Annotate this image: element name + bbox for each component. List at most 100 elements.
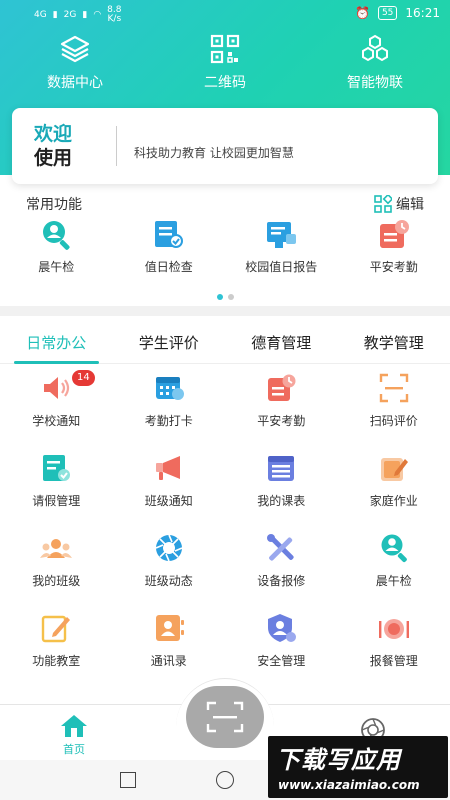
calendar-icon <box>153 372 185 404</box>
grid-row: 14 学校通知 考勤打卡 平安考勤 扫码评价 <box>0 370 450 452</box>
grid-item-label: 请假管理 <box>32 494 81 508</box>
signal-bars-icon: ▮ <box>52 10 58 20</box>
quick-item-label: 平安考勤 <box>369 260 418 274</box>
grid-item-my-class[interactable]: 我的班级 <box>0 532 113 612</box>
welcome-title: 欢迎 使用 <box>34 122 72 170</box>
function-grid: 14 学校通知 考勤打卡 平安考勤 扫码评价 请假管理 班级通知 我的课表 家庭… <box>0 370 450 692</box>
contacts-icon <box>153 612 185 644</box>
grid-item-label: 平安考勤 <box>257 414 306 428</box>
layers-icon <box>60 35 90 63</box>
megaphone-icon <box>153 452 185 484</box>
top-nav-data-center[interactable]: 数据中心 <box>0 34 150 92</box>
tab-moral-education[interactable]: 德育管理 <box>225 326 338 363</box>
status-left: 4G ▮ 2G ▮ ◠ 8.8 K/s <box>34 6 122 24</box>
speaker-icon <box>40 372 72 404</box>
grid-item-label: 我的课表 <box>257 494 306 508</box>
quick-item-morning-check[interactable]: 晨午检 <box>0 218 113 275</box>
status-bar: 4G ▮ 2G ▮ ◠ 8.8 K/s ⏰ 55 16:21 <box>0 0 450 28</box>
grid-item-label: 扫码评价 <box>369 414 418 428</box>
welcome-line-1: 欢迎 <box>34 123 73 145</box>
edit-label: 编辑 <box>396 197 424 213</box>
grid-item-homework[interactable]: 家庭作业 <box>338 452 450 532</box>
leave-form-icon <box>40 452 72 484</box>
grid-row: 我的班级 班级动态 设备报修 晨午检 <box>0 532 450 612</box>
edit-button[interactable]: 编辑 <box>374 194 424 214</box>
wifi-icon: ◠ <box>93 10 102 20</box>
report-board-icon <box>264 218 298 252</box>
checklist-icon <box>152 218 186 252</box>
grid-item-attendance-clock-in[interactable]: 考勤打卡 <box>113 372 226 452</box>
page-dot[interactable] <box>227 294 234 300</box>
common-functions-title: 常用功能 <box>26 197 82 213</box>
net-speed: 8.8 K/s <box>107 6 121 24</box>
grid-item-scan-evaluation[interactable]: 扫码评价 <box>338 372 450 452</box>
grid-item-label: 功能教室 <box>32 654 81 668</box>
schedule-icon <box>265 452 297 484</box>
grid-item-equipment-repair[interactable]: 设备报修 <box>225 532 338 612</box>
signal-4g: 4G <box>34 10 47 20</box>
quick-item-label: 晨午检 <box>38 260 75 274</box>
grid-item-label: 考勤打卡 <box>144 414 193 428</box>
page-dot-active[interactable] <box>216 294 223 300</box>
bottom-tab-home[interactable]: 首页 <box>52 713 96 757</box>
top-nav-label: 数据中心 <box>47 75 103 91</box>
recent-apps-button[interactable] <box>120 772 136 788</box>
grid-item-class-activity[interactable]: 班级动态 <box>113 532 226 612</box>
common-functions-row: 晨午检 值日检查 校园值日报告 平安考勤 <box>0 218 450 275</box>
home-icon <box>61 715 87 737</box>
grid-item-label: 班级动态 <box>144 574 193 588</box>
tab-teaching-management[interactable]: 教学管理 <box>338 326 450 363</box>
grid-item-label: 班级通知 <box>144 494 193 508</box>
top-nav-qr-code[interactable]: 二维码 <box>150 34 300 92</box>
grid-item-meal-management[interactable]: 报餐管理 <box>338 612 450 692</box>
page-indicator <box>0 294 450 300</box>
watermark-title: 下载写应用 <box>276 746 401 774</box>
welcome-slogan: 科技助力教育 让校园更加智慧 <box>134 146 294 160</box>
notification-badge: 14 <box>72 370 95 386</box>
battery-indicator: 55 <box>377 6 398 20</box>
net-speed-unit: K/s <box>107 14 122 24</box>
group-icon <box>40 532 73 564</box>
clock-card-icon <box>265 372 297 404</box>
grid-row: 请假管理 班级通知 我的课表 家庭作业 <box>0 452 450 532</box>
welcome-line-2: 使用 <box>34 147 73 169</box>
category-tabs: 日常办公 学生评价 德育管理 教学管理 <box>0 326 450 364</box>
tab-student-evaluation[interactable]: 学生评价 <box>113 326 226 363</box>
grid-item-class-notice[interactable]: 班级通知 <box>113 452 226 532</box>
meal-icon <box>378 612 410 644</box>
status-right: ⏰ 55 16:21 <box>355 6 440 20</box>
common-functions-header: 常用功能 编辑 <box>26 194 424 214</box>
quick-item-duty-report[interactable]: 校园值日报告 <box>225 218 338 275</box>
top-nav: 数据中心 二维码 智能物联 <box>0 34 450 92</box>
welcome-divider <box>116 126 117 166</box>
welcome-banner[interactable]: 欢迎 使用 科技助力教育 让校园更加智慧 <box>12 108 438 184</box>
grid-item-label: 通讯录 <box>150 654 187 668</box>
grid-item-label: 安全管理 <box>257 654 306 668</box>
home-button[interactable] <box>216 771 234 789</box>
quick-item-duty-check[interactable]: 值日检查 <box>113 218 226 275</box>
scan-button[interactable] <box>186 686 264 748</box>
grid-item-leave-management[interactable]: 请假管理 <box>0 452 113 532</box>
grid-item-label: 报餐管理 <box>369 654 418 668</box>
bottom-tab-home-label: 首页 <box>63 743 85 756</box>
top-nav-label: 二维码 <box>204 75 246 91</box>
top-nav-iot[interactable]: 智能物联 <box>300 34 450 92</box>
quick-item-safe-attendance[interactable]: 平安考勤 <box>338 218 450 275</box>
grid-item-school-notice[interactable]: 14 学校通知 <box>0 370 113 452</box>
grid-item-morning-check[interactable]: 晨午检 <box>338 532 450 612</box>
grid-item-label: 我的班级 <box>32 574 81 588</box>
clock-card-icon <box>377 218 411 252</box>
grid-item-function-classroom[interactable]: 功能教室 <box>0 612 113 692</box>
grid-item-my-timetable[interactable]: 我的课表 <box>225 452 338 532</box>
section-divider <box>0 306 450 316</box>
homework-icon <box>378 452 410 484</box>
magnifier-person-icon <box>39 218 73 252</box>
iot-hexagon-icon <box>362 34 388 62</box>
tab-daily-office[interactable]: 日常办公 <box>0 326 113 364</box>
signal-bars-icon: ▮ <box>82 10 88 20</box>
grid-edit-icon <box>374 195 392 213</box>
grid-item-safe-attendance[interactable]: 平安考勤 <box>225 372 338 452</box>
qr-code-icon <box>210 34 240 64</box>
shield-user-icon <box>265 612 297 644</box>
time: 16:21 <box>405 6 440 20</box>
